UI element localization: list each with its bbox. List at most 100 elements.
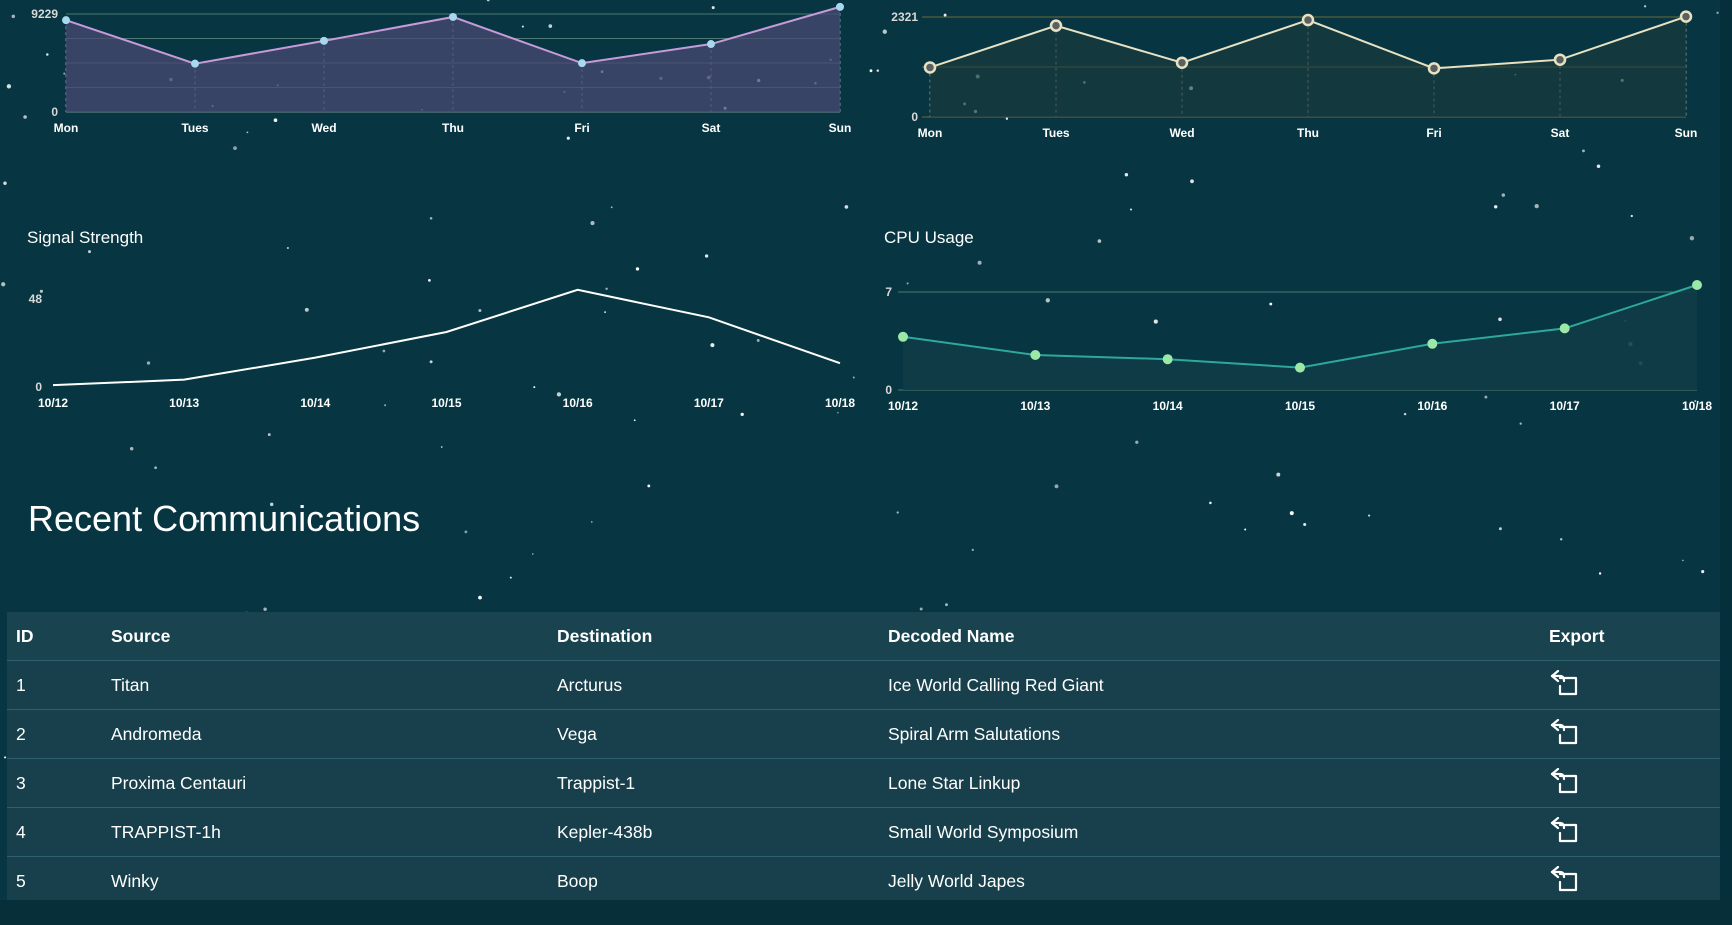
table-row: 1 Titan Arcturus Ice World Calling Red Gian… bbox=[7, 660, 1720, 710]
export-icon[interactable] bbox=[1549, 718, 1579, 745]
star bbox=[919, 607, 923, 611]
column-header-destination: Destination bbox=[548, 612, 879, 661]
x-tick-label: Sun bbox=[1675, 126, 1698, 140]
data-point bbox=[1559, 323, 1570, 334]
star bbox=[1303, 522, 1307, 527]
x-tick-label: 10/13 bbox=[1020, 399, 1050, 413]
x-tick-label: Fri bbox=[574, 121, 589, 135]
x-tick-label: 10/18 bbox=[825, 396, 855, 410]
x-tick-label: 10/14 bbox=[1153, 399, 1183, 413]
data-point bbox=[707, 40, 715, 49]
signal-strength-title: Signal Strength bbox=[27, 228, 144, 247]
star bbox=[1559, 538, 1563, 541]
star bbox=[1289, 511, 1294, 516]
data-point bbox=[1301, 13, 1315, 27]
series-line bbox=[52, 288, 841, 387]
star bbox=[740, 412, 744, 417]
cell-id: 3 bbox=[7, 758, 102, 808]
data-point bbox=[836, 2, 844, 11]
data-point bbox=[923, 61, 937, 74]
cell-export bbox=[1540, 660, 1720, 710]
data-point bbox=[1162, 354, 1173, 365]
y-tick-label: 0 bbox=[35, 380, 42, 394]
weekly-chart-left: 0 9229 Mon Tues Wed Thu Fri Sat Sun bbox=[0, 0, 860, 145]
cell-destination: Trappist-1 bbox=[548, 758, 879, 808]
data-point bbox=[1049, 19, 1063, 32]
x-tick-label: Fri bbox=[1426, 126, 1441, 140]
x-tick-label: 10/17 bbox=[694, 396, 724, 410]
table-row: 4 TRAPPIST-1h Kepler-438b Small World Sympo… bbox=[7, 807, 1720, 857]
data-point bbox=[1175, 56, 1189, 69]
x-tick-label: 10/14 bbox=[300, 396, 330, 410]
y-tick-label: 0 bbox=[51, 105, 58, 119]
data-point bbox=[1692, 280, 1702, 290]
x-tick-label: Thu bbox=[1297, 126, 1319, 140]
export-icon[interactable] bbox=[1549, 816, 1579, 843]
x-tick-label: 10/17 bbox=[1550, 399, 1580, 413]
x-tick-label: 10/15 bbox=[1285, 399, 1315, 413]
star bbox=[129, 446, 134, 451]
star bbox=[1368, 514, 1371, 517]
star bbox=[1054, 484, 1059, 489]
star bbox=[1276, 472, 1281, 477]
star bbox=[590, 521, 593, 523]
star bbox=[154, 466, 157, 470]
star bbox=[1493, 205, 1498, 209]
y-tick-label: 2321 bbox=[891, 10, 918, 24]
cell-source: Titan bbox=[102, 660, 548, 710]
cell-export bbox=[1540, 856, 1720, 906]
star bbox=[509, 576, 512, 579]
star bbox=[1190, 179, 1194, 184]
star bbox=[1596, 164, 1601, 168]
cell-id: 2 bbox=[7, 709, 102, 759]
table-row: 3 Proxima Centauri Trappist-1 Lone Star Lin… bbox=[7, 758, 1720, 808]
star bbox=[1630, 214, 1633, 218]
star bbox=[4, 756, 7, 759]
export-icon[interactable] bbox=[1549, 767, 1579, 794]
star bbox=[1135, 440, 1139, 444]
cpu-usage-panel: CPU Usage 0 7 10/12 10/13 10/14 10/15 10/16 10/… bbox=[870, 220, 1720, 413]
export-icon[interactable] bbox=[1549, 865, 1579, 892]
data-point bbox=[898, 331, 908, 342]
window-edge bbox=[1720, 0, 1732, 925]
star bbox=[837, 411, 839, 414]
y-tick-label: 0 bbox=[911, 110, 918, 124]
table-header-row: ID Source Destination Decoded Name Expor… bbox=[7, 612, 1720, 661]
x-tick-label: Wed bbox=[1169, 126, 1194, 140]
star bbox=[478, 595, 482, 600]
cell-destination: Boop bbox=[548, 856, 879, 906]
star bbox=[263, 607, 267, 611]
star bbox=[1501, 193, 1506, 197]
x-tick-label: Tues bbox=[181, 121, 208, 135]
x-tick-label: 10/12 bbox=[38, 396, 68, 410]
table-row: 2 Andromeda Vega Spiral Arm Salutations bbox=[7, 709, 1720, 759]
star bbox=[1498, 527, 1502, 531]
star bbox=[1682, 559, 1684, 562]
star bbox=[1209, 501, 1212, 505]
cell-source: Winky bbox=[102, 856, 548, 906]
data-point bbox=[449, 12, 457, 21]
x-tick-label: 10/15 bbox=[431, 396, 461, 410]
window-bottom-strip bbox=[0, 900, 1732, 925]
column-header-decoded-name: Decoded Name bbox=[879, 612, 1540, 661]
cell-decoded-name: Lone Star Linkup bbox=[879, 758, 1540, 808]
data-point bbox=[191, 59, 199, 68]
signal-strength-panel: Signal Strength 0 48 10/12 10/13 10/14 10/15 1… bbox=[0, 220, 860, 410]
cell-export bbox=[1540, 758, 1720, 808]
y-tick-label: 48 bbox=[29, 292, 43, 306]
cell-id: 4 bbox=[7, 807, 102, 857]
cell-decoded-name: Jelly World Japes bbox=[879, 856, 1540, 906]
x-tick-label: Sat bbox=[702, 121, 721, 135]
data-point bbox=[1679, 10, 1693, 23]
cell-decoded-name: Spiral Arm Salutations bbox=[879, 709, 1540, 759]
recent-communications-title: Recent Communications bbox=[28, 498, 421, 539]
star bbox=[464, 530, 468, 534]
export-icon[interactable] bbox=[1549, 669, 1579, 696]
star bbox=[1124, 173, 1129, 177]
series-area bbox=[930, 16, 1686, 117]
cell-id: 1 bbox=[7, 660, 102, 710]
data-point bbox=[1553, 53, 1567, 66]
x-tick-label: Sun bbox=[829, 121, 852, 135]
star bbox=[610, 206, 613, 209]
star bbox=[3, 181, 7, 186]
